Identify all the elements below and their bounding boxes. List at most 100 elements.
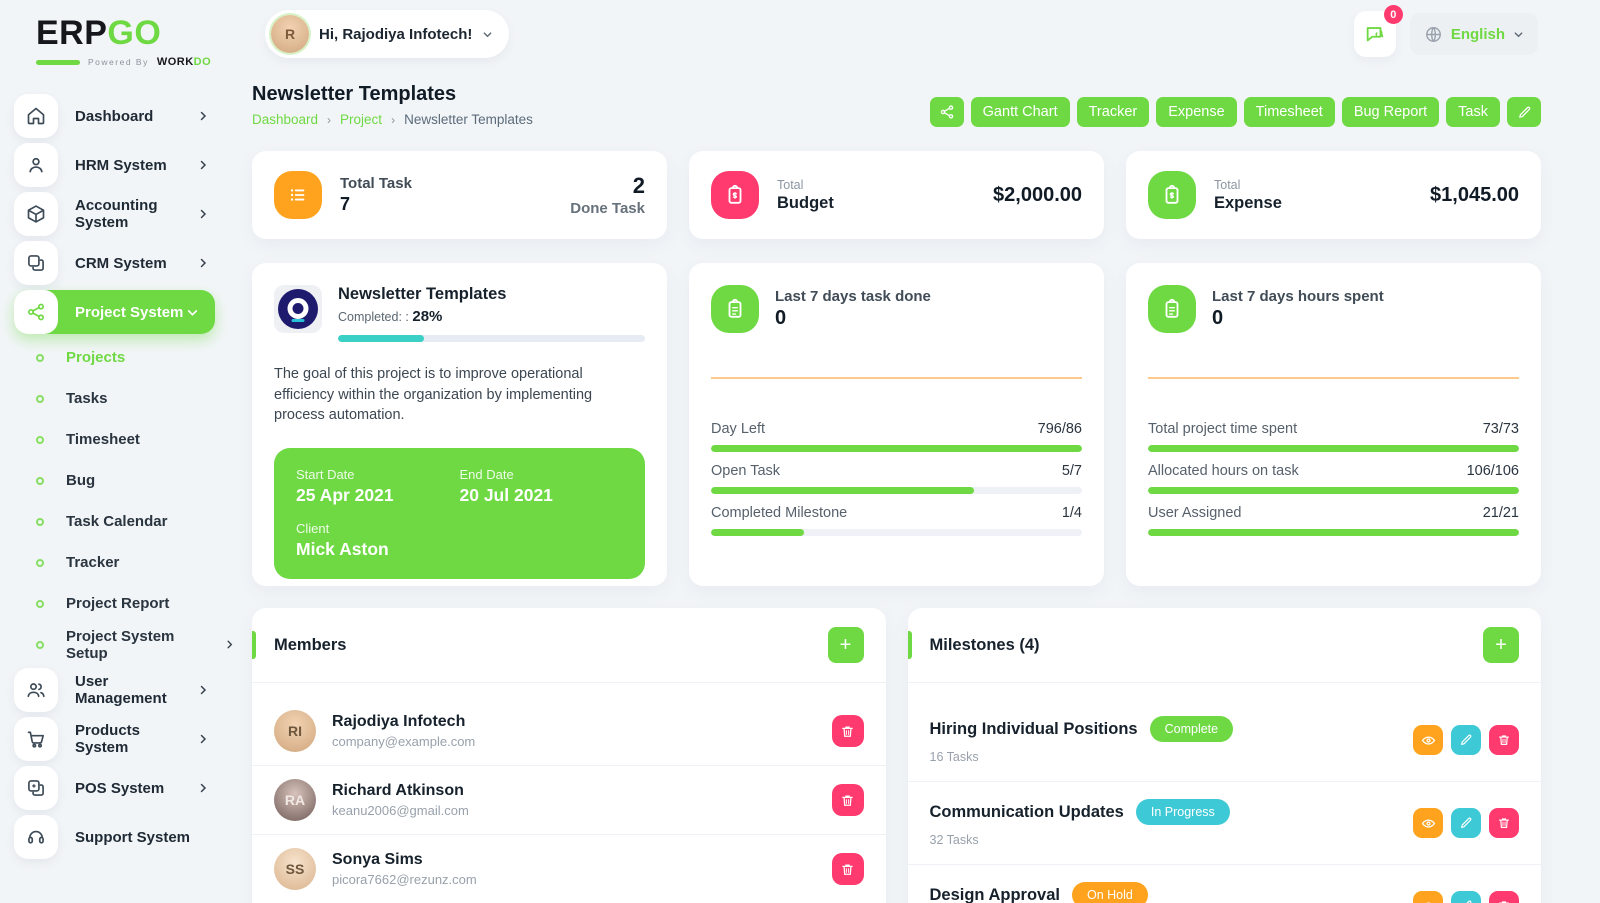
sidebar-subitem-project-report[interactable]: Project Report xyxy=(24,586,235,621)
sidebar-item-pos-system[interactable]: POS System xyxy=(14,766,235,810)
chevron-down-icon xyxy=(482,29,493,40)
sidebar-item-hrm-system[interactable]: HRM System xyxy=(14,143,235,187)
start-date-value: 25 Apr 2021 xyxy=(296,485,460,506)
main-content: R Hi, Rajodiya Infotech! 0 English Newsl… xyxy=(235,0,1600,903)
edit-milestone-button[interactable] xyxy=(1451,725,1481,755)
task-button[interactable]: Task xyxy=(1446,97,1500,127)
user-menu[interactable]: R Hi, Rajodiya Infotech! xyxy=(265,10,509,58)
budget-total-label: Total xyxy=(777,178,993,192)
plus-icon: + xyxy=(1495,634,1507,657)
logo-underline xyxy=(36,60,80,65)
bug-report-button[interactable]: Bug Report xyxy=(1342,97,1439,127)
view-milestone-button[interactable] xyxy=(1413,891,1443,903)
add-member-button[interactable]: + xyxy=(828,627,864,663)
sidebar-item-support-system[interactable]: Support System xyxy=(14,815,235,859)
sidebar-item-user-management[interactable]: User Management xyxy=(14,668,235,712)
sidebar-item-dashboard[interactable]: Dashboard xyxy=(14,94,235,138)
cart-icon xyxy=(14,717,58,761)
delete-member-button[interactable] xyxy=(832,715,864,747)
milestones-card: Milestones (4) + Hiring Individual Posit… xyxy=(908,608,1542,903)
task-done-value: 0 xyxy=(775,307,931,330)
sidebar-subitem-task-calendar[interactable]: Task Calendar xyxy=(24,504,235,539)
delete-member-button[interactable] xyxy=(832,853,864,885)
delete-milestone-button[interactable] xyxy=(1489,725,1519,755)
delete-milestone-button[interactable] xyxy=(1489,808,1519,838)
task-done-title: Last 7 days task done xyxy=(775,288,931,305)
view-milestone-button[interactable] xyxy=(1413,808,1443,838)
home-icon xyxy=(14,94,58,138)
expense-button[interactable]: Expense xyxy=(1156,97,1236,127)
trash-icon xyxy=(840,724,855,739)
sidebar-subitem-tasks[interactable]: Tasks xyxy=(24,381,235,416)
delete-milestone-button[interactable] xyxy=(1489,891,1519,903)
chevron-right-icon xyxy=(224,639,235,650)
divider xyxy=(252,682,886,683)
app-logo[interactable]: ERPGO Powered By WORKDO xyxy=(14,16,235,68)
sidebar-subitem-projects[interactable]: Projects xyxy=(24,340,235,375)
sidebar-subitem-tracker[interactable]: Tracker xyxy=(24,545,235,580)
edit-button[interactable] xyxy=(1507,97,1541,127)
sidebar-item-project-system[interactable]: Project System xyxy=(14,290,215,334)
allocated-hours-row: Allocated hours on task106/106 xyxy=(1148,463,1519,494)
bullet-icon xyxy=(36,518,44,526)
eye-icon xyxy=(1421,816,1436,831)
breadcrumb-dashboard[interactable]: Dashboard xyxy=(252,112,318,127)
tracker-button[interactable]: Tracker xyxy=(1077,97,1150,127)
status-badge: In Progress xyxy=(1136,799,1230,825)
gantt-chart-button[interactable]: Gantt Chart xyxy=(971,97,1070,127)
messages-button[interactable]: 0 xyxy=(1354,11,1396,57)
language-label: English xyxy=(1451,26,1505,43)
timesheet-button[interactable]: Timesheet xyxy=(1244,97,1335,127)
edit-milestone-button[interactable] xyxy=(1451,808,1481,838)
milestone-row: Hiring Individual Positions Complete 16 … xyxy=(908,699,1542,781)
person-icon xyxy=(14,143,58,187)
milestone-task-count: 16 Tasks xyxy=(930,750,1414,764)
bullet-icon xyxy=(36,436,44,444)
members-card: Members + RI Rajodiya Infotech company@e… xyxy=(252,608,886,903)
clipboard-icon xyxy=(1148,171,1196,219)
bullet-icon xyxy=(36,600,44,608)
client-name: Mick Aston xyxy=(296,539,460,560)
member-name: Rajodiya Infotech xyxy=(332,713,832,731)
chevron-down-icon xyxy=(186,306,199,319)
project-name: Newsletter Templates xyxy=(338,285,645,304)
chevron-right-icon xyxy=(197,110,209,122)
logo-text: ERPGO xyxy=(36,16,235,50)
detail-row: Newsletter Templates Completed: : 28% Th… xyxy=(252,263,1541,586)
globe-icon xyxy=(1424,25,1443,44)
delete-member-button[interactable] xyxy=(832,784,864,816)
share-button[interactable] xyxy=(930,97,964,127)
clipboard-icon xyxy=(1148,285,1196,333)
sidebar-item-accounting-system[interactable]: Accounting System xyxy=(14,192,235,236)
sidebar-subitem-project-system-setup[interactable]: Project System Setup xyxy=(24,627,235,662)
view-milestone-button[interactable] xyxy=(1413,725,1443,755)
breadcrumb-project[interactable]: Project xyxy=(340,112,382,127)
member-avatar: RI xyxy=(274,710,316,752)
member-row: RA Richard Atkinson keanu2006@gmail.com xyxy=(252,765,886,834)
edit-milestone-button[interactable] xyxy=(1451,891,1481,903)
bullet-icon xyxy=(36,477,44,485)
user-assigned-row: User Assigned21/21 xyxy=(1148,505,1519,536)
share-nodes-icon xyxy=(14,290,58,334)
member-row: RI Rajodiya Infotech company@example.com xyxy=(252,697,886,765)
member-row: SS Sonya Sims picora7662@rezunz.com xyxy=(252,834,886,903)
language-selector[interactable]: English xyxy=(1410,13,1538,55)
project-progress-fill xyxy=(338,335,424,342)
headset-icon xyxy=(14,815,58,859)
milestone-name: Communication Updates xyxy=(930,803,1124,822)
chevron-right-icon xyxy=(197,159,209,171)
milestone-name: Hiring Individual Positions xyxy=(930,720,1138,739)
clipboard-icon xyxy=(711,171,759,219)
sidebar-item-products-system[interactable]: Products System xyxy=(14,717,235,761)
sidebar-subitem-timesheet[interactable]: Timesheet xyxy=(24,422,235,457)
expense-total-label: Total xyxy=(1214,178,1430,192)
bullet-icon xyxy=(36,559,44,567)
sidebar-subitem-bug[interactable]: Bug xyxy=(24,463,235,498)
workdo-label: WORKDO xyxy=(157,56,211,68)
add-milestone-button[interactable]: + xyxy=(1483,627,1519,663)
status-badge: On Hold xyxy=(1072,882,1148,903)
sidebar: ERPGO Powered By WORKDO Dashboard HRM Sy… xyxy=(0,0,235,903)
end-date-value: 20 Jul 2021 xyxy=(460,485,624,506)
chevron-down-icon xyxy=(1513,29,1524,40)
sidebar-item-crm-system[interactable]: CRM System xyxy=(14,241,235,285)
